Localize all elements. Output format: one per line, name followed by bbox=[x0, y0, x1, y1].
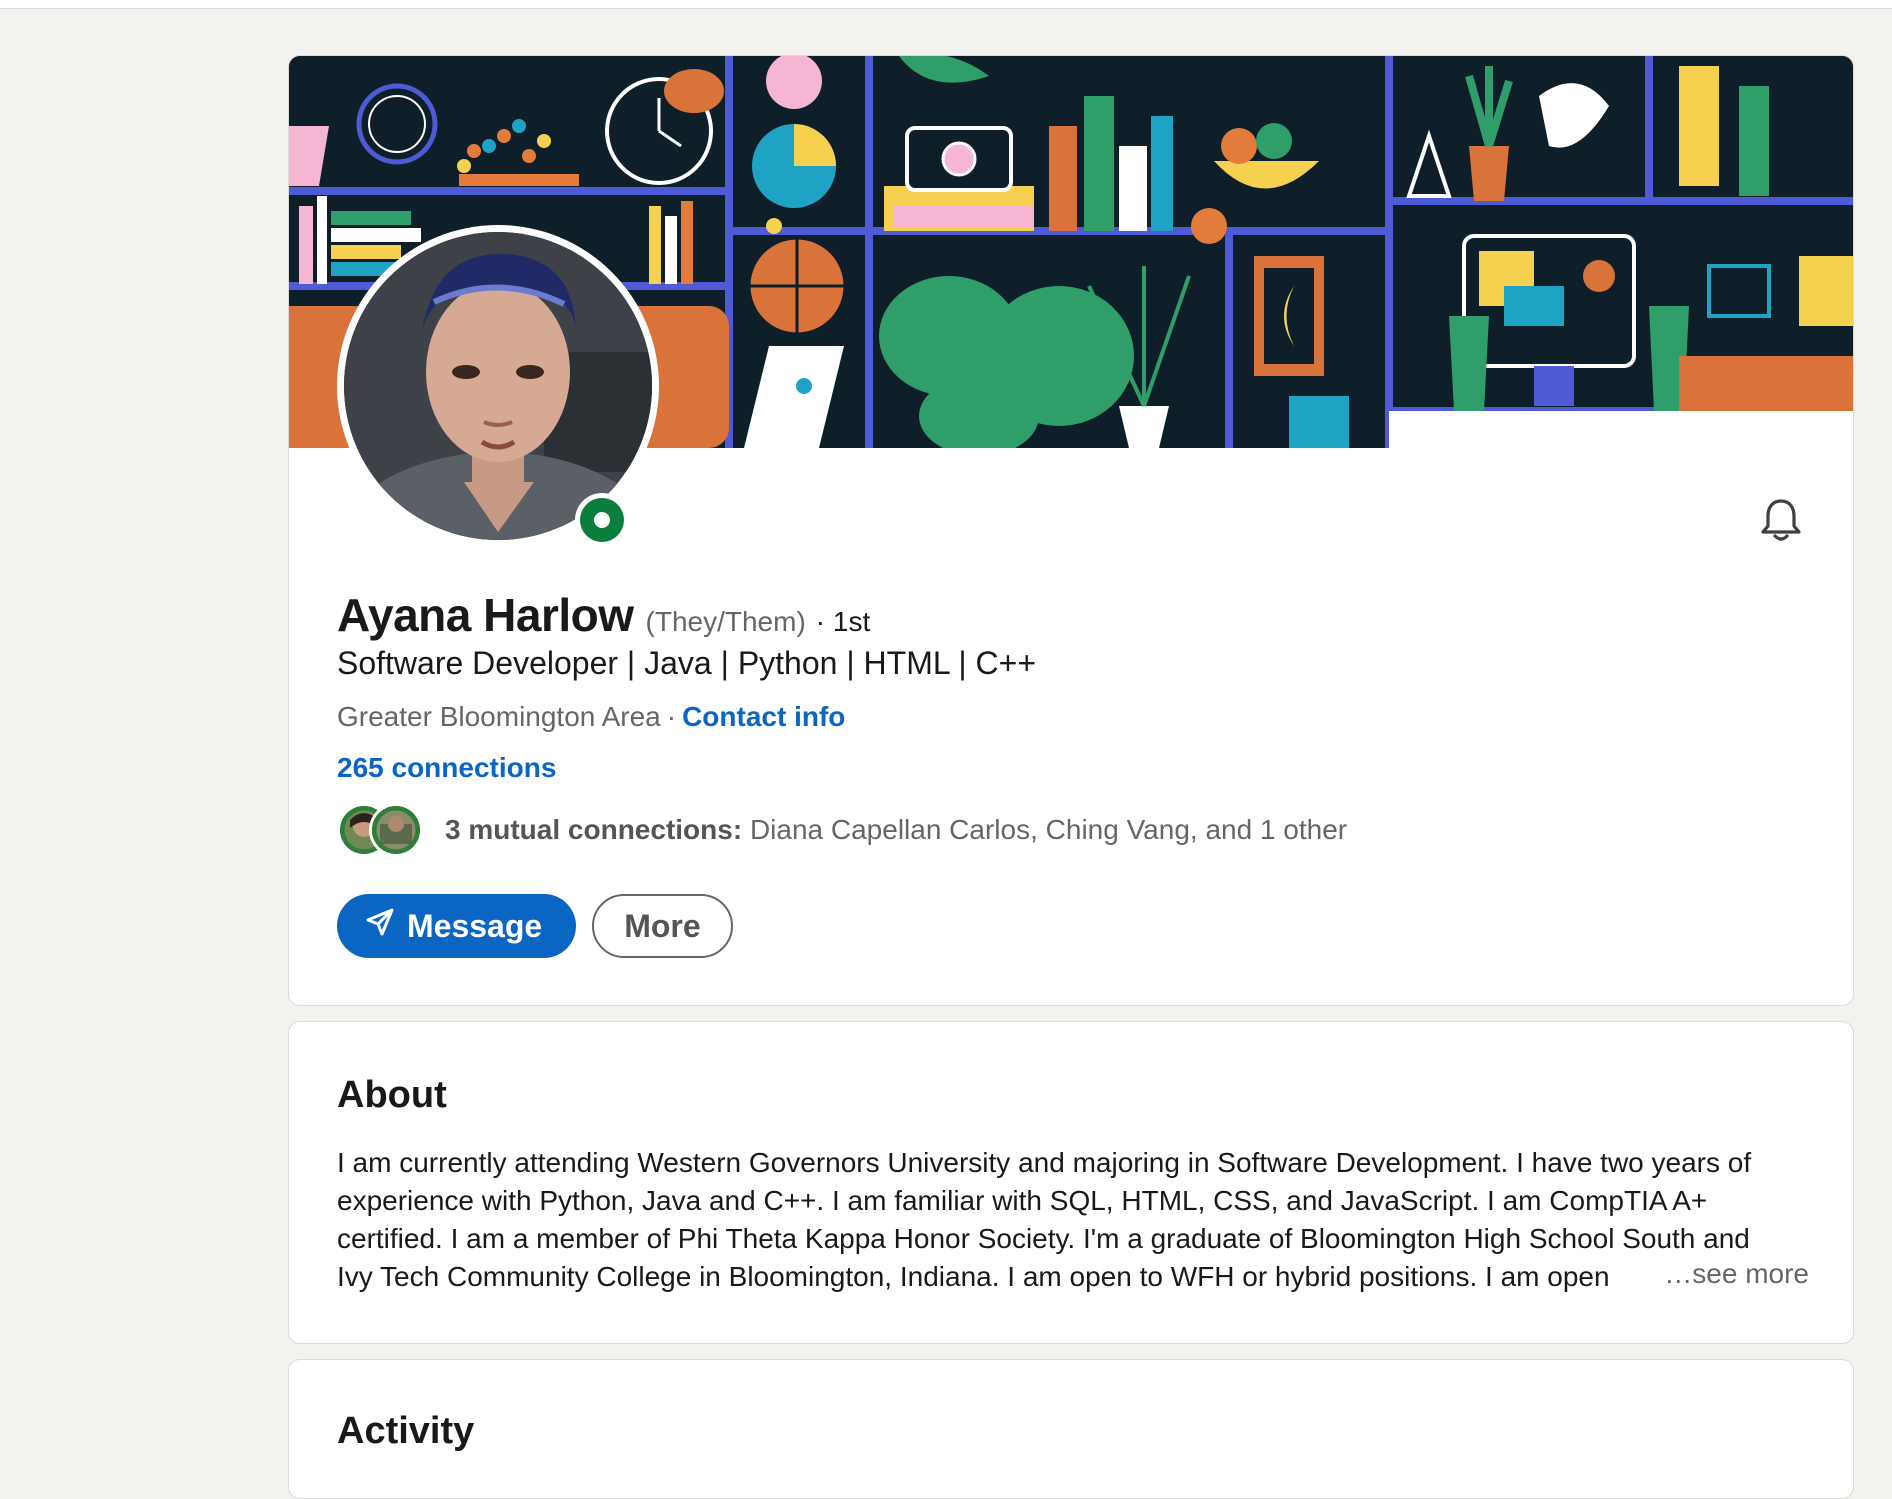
message-button[interactable]: Message bbox=[337, 894, 577, 958]
profile-headline: Software Developer | Java | Python | HTM… bbox=[337, 645, 1037, 681]
profile-name: Ayana Harlow bbox=[337, 589, 634, 641]
top-nav-strip bbox=[0, 0, 1892, 9]
mutual-connections[interactable]: 3 mutual connections: Diana Capellan Car… bbox=[337, 800, 1347, 860]
about-line: experience with Python, Java and C++. I … bbox=[337, 1185, 1708, 1216]
profile-pronouns: (They/Them) bbox=[645, 606, 806, 637]
send-icon bbox=[365, 907, 395, 945]
about-line: Ivy Tech Community College in Bloomingto… bbox=[337, 1261, 1610, 1292]
about-title: About bbox=[337, 1074, 447, 1116]
about-line: certified. I am a member of Phi Theta Ka… bbox=[337, 1223, 1750, 1254]
connections-link[interactable]: 265 connections bbox=[337, 752, 556, 784]
mutual-names: Diana Capellan Carlos, Ching Vang, and 1… bbox=[749, 814, 1348, 845]
location-row: Greater Bloomington Area · Contact info bbox=[337, 701, 845, 733]
about-line: I am currently attending Western Governo… bbox=[337, 1147, 1752, 1178]
bell-icon[interactable] bbox=[1755, 494, 1807, 546]
about-card: About I am currently attending Western G… bbox=[288, 1021, 1854, 1344]
mutual-connections-text: 3 mutual connections: Diana Capellan Car… bbox=[445, 814, 1347, 846]
more-button[interactable]: More bbox=[592, 894, 733, 958]
profile-card: Ayana Harlow (They/Them) · 1st Software … bbox=[288, 55, 1854, 1006]
online-status-icon bbox=[575, 493, 629, 547]
see-more-link[interactable]: …see more bbox=[1650, 1258, 1809, 1290]
connection-degree: · 1st bbox=[815, 606, 871, 637]
mutual-count: 3 mutual connections: bbox=[445, 814, 743, 845]
contact-info-link[interactable]: Contact info bbox=[682, 701, 845, 732]
message-button-label: Message bbox=[407, 907, 543, 944]
name-row: Ayana Harlow (They/Them) · 1st bbox=[337, 588, 870, 642]
mutual-avatar bbox=[369, 803, 423, 857]
activity-title: Activity bbox=[337, 1410, 475, 1452]
mutual-avatars bbox=[337, 800, 427, 860]
location-separator: · bbox=[666, 701, 677, 732]
about-text: I am currently attending Western Governo… bbox=[337, 1144, 1817, 1296]
profile-location: Greater Bloomington Area bbox=[337, 701, 661, 732]
activity-card: Activity bbox=[288, 1359, 1854, 1499]
profile-actions: Message More bbox=[337, 894, 733, 958]
